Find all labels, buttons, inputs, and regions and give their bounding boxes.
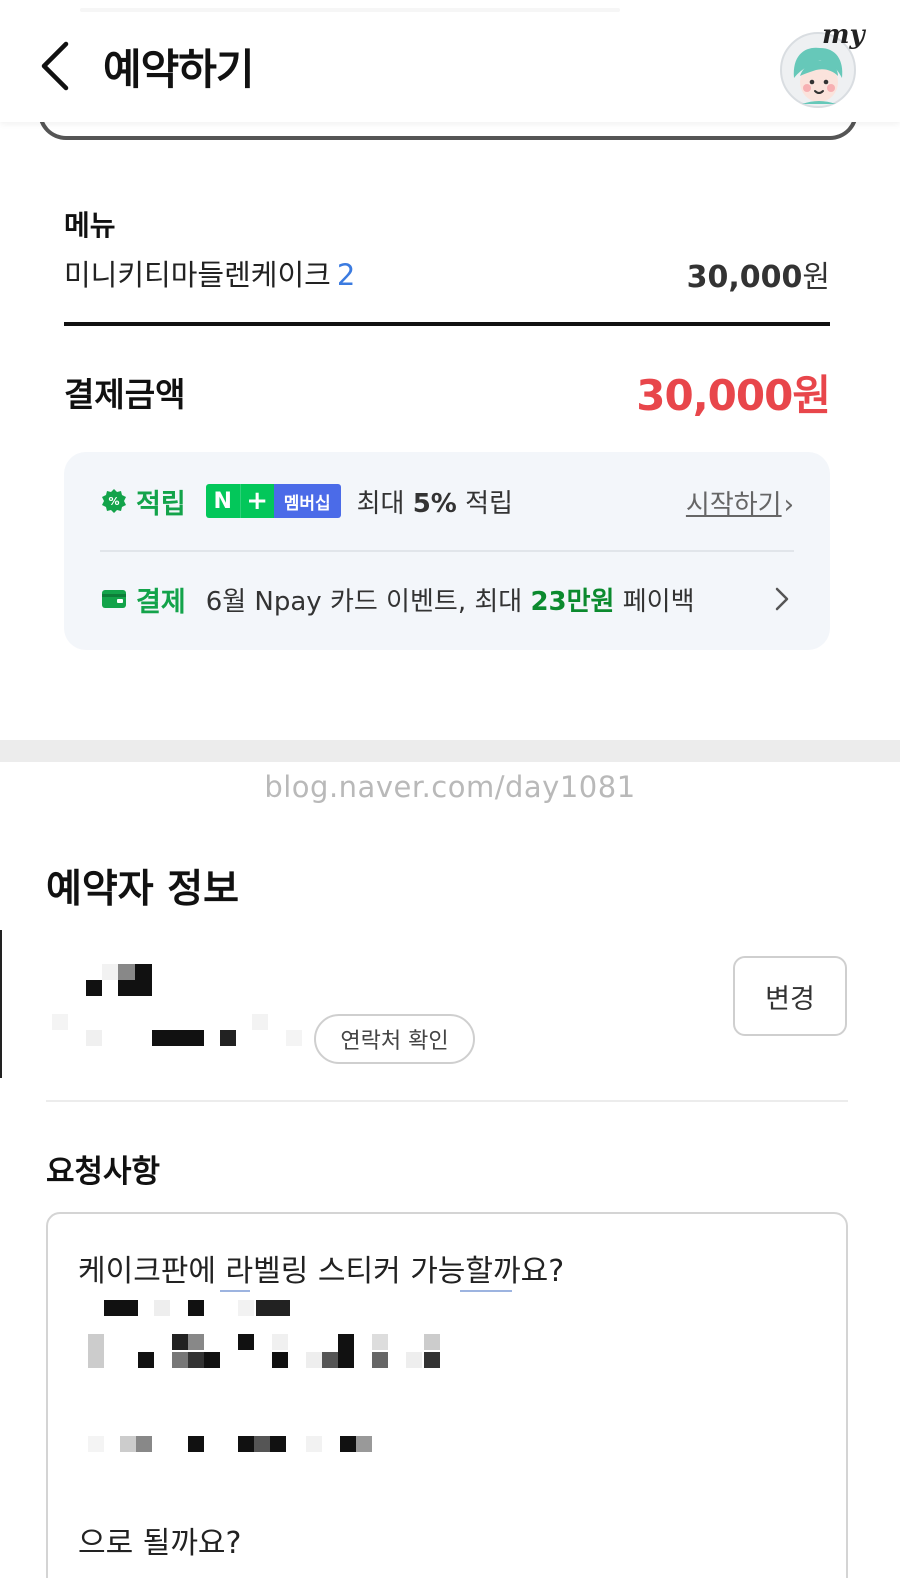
menu-item-price: 30,000원	[687, 252, 830, 296]
reward-percent: 5%	[412, 488, 457, 519]
payment-event-text: 6월 Npay 카드 이벤트, 최대 23만원 페이백	[206, 581, 695, 618]
naver-n-logo: N	[205, 484, 240, 518]
request-title: 요청사항	[46, 1154, 161, 1190]
reward-text-post: 적립	[456, 488, 513, 519]
page-title: 예약하기	[103, 45, 255, 94]
reward-text-pre: 최대	[356, 488, 413, 519]
payment-text-post: 페이백	[614, 586, 695, 617]
percent-badge-icon: %	[100, 487, 128, 515]
payment-tag: 결제	[136, 586, 186, 618]
avatar-label: my	[822, 20, 865, 50]
payback-amount: 23만원	[530, 586, 615, 617]
back-button[interactable]	[34, 38, 78, 94]
menu-price-value: 30,000	[686, 260, 803, 295]
divider	[46, 1100, 848, 1102]
reward-row: % 적립 N + 멤버십 최대 5% 적립 시작하기›	[100, 476, 794, 526]
chevron-right-icon	[775, 587, 789, 611]
reward-text: 최대 5% 적립	[357, 483, 513, 520]
start-membership-link[interactable]: 시작하기›	[686, 484, 794, 521]
divider	[64, 322, 830, 326]
benefit-box: % 적립 N + 멤버십 최대 5% 적립 시작하기› 결제 6월 Npay 카…	[64, 452, 830, 650]
change-button[interactable]: 변경	[733, 956, 847, 1036]
total-amount: 30,000원	[636, 371, 831, 420]
wallet-icon	[100, 585, 128, 613]
spellcheck-underline	[460, 1290, 512, 1292]
spellcheck-underline	[220, 1290, 250, 1292]
payment-event-row[interactable]: 결제 6월 Npay 카드 이벤트, 최대 23만원 페이백	[100, 574, 794, 624]
naver-plus-membership-badge: N + 멤버십	[205, 484, 341, 518]
section-spacer	[0, 740, 900, 762]
plus-icon: +	[239, 484, 274, 518]
edge-line	[0, 930, 2, 1078]
chevron-right-small-icon: ›	[783, 490, 794, 520]
menu-item-name: 미니키티마들렌케이크	[64, 258, 331, 292]
request-line-end: 으로 될까요?	[78, 1526, 242, 1561]
menu-item-row: 미니키티마들렌케이크 2 30,000원	[64, 252, 830, 295]
payment-text-pre: 6월 Npay 카드 이벤트, 최대	[205, 586, 531, 617]
total-label: 결제금액	[64, 375, 186, 414]
chevron-left-icon	[41, 41, 69, 91]
benefit-separator	[100, 550, 794, 552]
reward-tag: 적립	[136, 488, 186, 520]
booker-info-title: 예약자 정보	[46, 867, 239, 912]
app-header: 예약하기 my	[0, 0, 900, 122]
check-contact-button[interactable]: 연락처 확인	[314, 1014, 475, 1064]
blog-watermark: blog.naver.com/day1081	[264, 770, 636, 804]
menu-item-qty: 2	[336, 258, 356, 292]
menu-label: 메뉴	[64, 209, 116, 242]
svg-text:%: %	[108, 495, 119, 508]
menu-price-unit: 원	[802, 260, 830, 295]
request-line-1: 케이크판에 라벨링 스티커 가능할까요?	[78, 1254, 565, 1289]
start-link-label: 시작하기	[685, 490, 782, 520]
status-strip	[80, 8, 620, 12]
membership-label: 멤버십	[273, 484, 341, 518]
request-textarea[interactable]: 케이크판에 라벨링 스티커 가능할까요? 으로 될까요?	[46, 1212, 848, 1578]
